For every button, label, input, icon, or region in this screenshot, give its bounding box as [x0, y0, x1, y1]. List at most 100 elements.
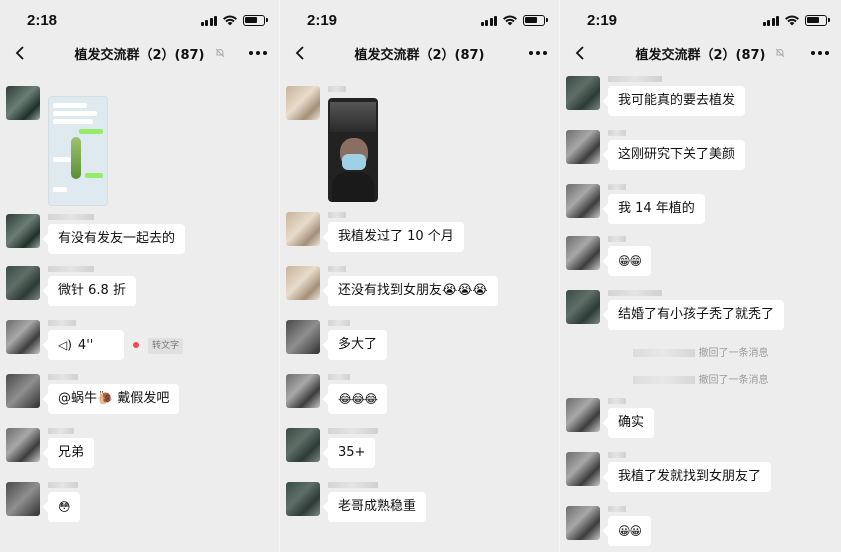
mute-bell-icon — [775, 48, 785, 58]
chat-header: 植发交流群（2）(87) — [0, 38, 279, 68]
emoji-bubble[interactable]: 😂😂😂 — [328, 384, 388, 414]
message-bubble[interactable]: 老哥成熟稳重 — [328, 492, 427, 522]
status-bar: 2:19 — [280, 0, 559, 40]
message-bubble[interactable]: 还没有找到女朋友😭😭😭 — [328, 276, 498, 306]
voice-wave-icon: ◁) — [58, 338, 72, 352]
sender-name-blurred — [48, 428, 74, 434]
emoji-bubble[interactable]: 😳 — [48, 492, 80, 522]
message-bubble[interactable]: 结婚了有小孩子秃了就秃了 — [608, 300, 785, 330]
status-time: 2:19 — [587, 12, 618, 29]
message-bubble[interactable]: 35+ — [328, 438, 376, 468]
avatar[interactable] — [6, 374, 40, 408]
chat-screen-3: 2:19 植发交流群（2）(87) 我可能真的要去植发 这刚研究下关了美颜 我 … — [560, 0, 841, 552]
chat-screen-2: 2:19 植发交流群（2）(87) 我植发过了 10 个月 还没有找到女朋友😭😭… — [280, 0, 560, 552]
battery-icon — [805, 14, 830, 26]
sender-name-blurred — [608, 130, 626, 136]
message-bubble[interactable]: 我 14 年植的 — [608, 194, 705, 224]
avatar[interactable] — [286, 374, 320, 408]
sender-name-blurred — [48, 266, 94, 272]
sender-name-blurred — [48, 374, 78, 380]
sender-name-blurred — [328, 266, 346, 272]
message-bubble[interactable]: 我植了发就找到女朋友了 — [608, 462, 772, 492]
avatar[interactable] — [6, 86, 40, 120]
status-time: 2:19 — [307, 12, 338, 29]
sender-name-blurred — [48, 320, 76, 326]
cellular-signal-icon — [762, 15, 779, 26]
message-bubble[interactable]: 我植发过了 10 个月 — [328, 222, 464, 252]
chat-header: 植发交流群（2）(87) — [560, 38, 841, 68]
mute-bell-icon — [215, 48, 225, 58]
avatar[interactable] — [286, 320, 320, 354]
avatar[interactable] — [6, 320, 40, 354]
avatar[interactable] — [286, 482, 320, 516]
battery-icon — [243, 14, 268, 26]
cellular-signal-icon — [480, 15, 497, 26]
avatar[interactable] — [566, 76, 600, 110]
shared-screenshot-image[interactable] — [48, 96, 108, 206]
convert-to-text-button[interactable]: 转文字 — [148, 338, 184, 354]
message-bubble[interactable]: 多大了 — [328, 330, 388, 360]
avatar[interactable] — [566, 290, 600, 324]
message-bubble[interactable]: 确实 — [608, 408, 655, 438]
chat-title: 植发交流群（2）(87) — [74, 48, 205, 63]
sender-name-blurred — [608, 236, 626, 242]
emoji-bubble[interactable]: 😁😁 — [608, 246, 652, 276]
avatar[interactable] — [566, 398, 600, 432]
emoji-bubble[interactable]: 😀😀 — [608, 516, 652, 546]
status-icons — [762, 14, 830, 26]
more-options-icon[interactable] — [811, 51, 829, 55]
avatar[interactable] — [6, 428, 40, 462]
chat-header: 植发交流群（2）(87) — [280, 38, 559, 68]
sender-name-blurred — [328, 86, 346, 92]
chat-title: 植发交流群（2）(87) — [635, 48, 766, 63]
avatar[interactable] — [286, 212, 320, 246]
avatar[interactable] — [566, 130, 600, 164]
avatar[interactable] — [566, 236, 600, 270]
avatar[interactable] — [286, 266, 320, 300]
sender-name-blurred — [608, 398, 626, 404]
unplayed-dot — [133, 342, 139, 348]
screenshot-collage: 2:18 植发交流群（2）(87) 有没有发友一起去的 微针 6.8 折 ◁) … — [0, 0, 841, 552]
avatar[interactable] — [566, 506, 600, 540]
more-options-icon[interactable] — [529, 51, 547, 55]
battery-icon — [523, 14, 548, 26]
avatar[interactable] — [566, 452, 600, 486]
sender-name-blurred — [328, 212, 346, 218]
message-bubble[interactable]: 有没有发友一起去的 — [48, 224, 186, 254]
message-bubble[interactable]: 兄弟 — [48, 438, 95, 468]
recaller-name-blurred — [632, 349, 695, 357]
avatar[interactable] — [286, 86, 320, 120]
wifi-icon — [785, 15, 799, 26]
message-bubble[interactable]: 这刚研究下关了美颜 — [608, 140, 746, 170]
avatar[interactable] — [6, 266, 40, 300]
status-time: 2:18 — [27, 12, 58, 29]
recalled-message-notice: 撤回了一条消息 — [560, 371, 841, 386]
sender-name-blurred — [608, 452, 626, 458]
voice-bubble[interactable]: ◁) 4'' — [48, 330, 124, 360]
shared-photo[interactable] — [328, 98, 378, 202]
sender-name-blurred — [608, 506, 626, 512]
avatar[interactable] — [6, 482, 40, 516]
more-options-icon[interactable] — [249, 51, 267, 55]
message-bubble[interactable]: @蜗牛🐌 戴假发吧 — [48, 384, 180, 414]
avatar[interactable] — [566, 184, 600, 218]
message-bubble[interactable]: 微针 6.8 折 — [48, 276, 136, 306]
avatar[interactable] — [286, 428, 320, 462]
status-icons — [480, 14, 548, 26]
recaller-name-blurred — [632, 376, 695, 384]
wifi-icon — [223, 15, 237, 26]
status-bar: 2:19 — [560, 0, 841, 40]
chat-title: 植发交流群（2）(87) — [354, 48, 485, 63]
sender-name-blurred — [328, 374, 350, 380]
cellular-signal-icon — [200, 15, 217, 26]
wifi-icon — [503, 15, 517, 26]
status-bar: 2:18 — [0, 0, 279, 40]
sender-name-blurred — [48, 482, 78, 488]
avatar[interactable] — [6, 214, 40, 248]
sender-name-blurred — [608, 290, 662, 296]
chat-screen-1: 2:18 植发交流群（2）(87) 有没有发友一起去的 微针 6.8 折 ◁) … — [0, 0, 280, 552]
message-bubble[interactable]: 我可能真的要去植发 — [608, 86, 746, 116]
voice-duration: 4'' — [77, 338, 94, 353]
status-icons — [200, 14, 268, 26]
sender-name-blurred — [328, 428, 378, 434]
